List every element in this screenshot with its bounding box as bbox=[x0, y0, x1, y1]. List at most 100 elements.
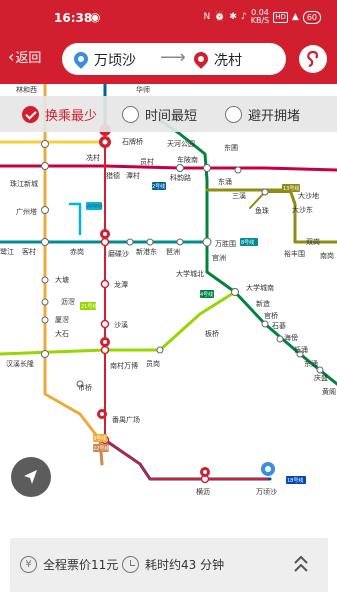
back-button[interactable]: ‹ 返回 bbox=[8, 47, 41, 66]
station-dot[interactable] bbox=[41, 298, 49, 306]
station-label[interactable]: 冼村 bbox=[86, 153, 100, 162]
station-label[interactable]: 石碁 bbox=[272, 321, 286, 330]
station-label[interactable]: 广州塔 bbox=[16, 207, 37, 216]
station-label[interactable]: 双岗 bbox=[306, 238, 320, 246]
line-badge-3: 3号线 bbox=[93, 435, 106, 442]
station-dot[interactable] bbox=[202, 237, 212, 247]
double-chevron-up-icon[interactable] bbox=[292, 552, 310, 576]
radio-icon[interactable] bbox=[122, 106, 139, 123]
station-label[interactable]: 赤岗 bbox=[70, 248, 84, 256]
station-label[interactable]: 员村 bbox=[140, 157, 154, 166]
station-dot[interactable] bbox=[261, 188, 269, 196]
station-label[interactable]: 横沥 bbox=[196, 487, 210, 496]
metro-map[interactable]: APM线 2号线 3号线 4号线 8号线 13号线 18号线 21号线 22号线… bbox=[0, 84, 337, 530]
hd-badge: HD bbox=[273, 11, 288, 23]
station-dot[interactable] bbox=[231, 288, 239, 296]
option-fewest-transfers[interactable]: 换乘最少 bbox=[22, 105, 97, 124]
from-station[interactable]: 万顷沙 bbox=[94, 50, 136, 70]
station-label[interactable]: 龙潭 bbox=[114, 280, 128, 289]
station-label[interactable]: 市桥 bbox=[78, 383, 92, 392]
station-dot[interactable] bbox=[126, 238, 134, 246]
station-label[interactable]: 潭村 bbox=[126, 171, 140, 180]
station-label[interactable]: 华师 bbox=[136, 85, 150, 94]
start-location-pin-icon bbox=[71, 49, 91, 69]
station-label[interactable]: 官洲 bbox=[212, 253, 226, 262]
station-label[interactable]: 南岗 bbox=[320, 251, 334, 260]
station-dot[interactable] bbox=[276, 335, 284, 343]
station-dot[interactable] bbox=[234, 166, 242, 174]
station-dot[interactable] bbox=[176, 238, 184, 246]
station-dot[interactable] bbox=[41, 162, 49, 170]
station-label[interactable]: 厦滘 bbox=[55, 315, 69, 324]
station-dot[interactable] bbox=[156, 346, 164, 354]
station-label[interactable]: 鹭江 bbox=[0, 247, 14, 256]
station-label[interactable]: 车陂南 bbox=[177, 155, 198, 164]
station-dot[interactable] bbox=[100, 237, 110, 247]
station-dot[interactable] bbox=[100, 345, 110, 355]
station-label[interactable]: 低涌 bbox=[294, 345, 308, 354]
station-dot[interactable] bbox=[203, 164, 211, 172]
station-label[interactable]: 南村万博 bbox=[110, 361, 138, 370]
station-label[interactable]: 大沙东 bbox=[292, 205, 313, 214]
alarm-icon: ⏰ bbox=[214, 12, 226, 22]
station-label[interactable]: 裕丰围 bbox=[284, 249, 305, 258]
line-badge-21: 21号线 bbox=[81, 303, 97, 310]
station-dot[interactable] bbox=[41, 238, 49, 246]
station-dot[interactable] bbox=[146, 238, 154, 246]
station-label[interactable]: 大沙地 bbox=[298, 191, 319, 200]
station-dot[interactable] bbox=[41, 316, 49, 324]
station-dot[interactable] bbox=[41, 276, 49, 284]
station-label[interactable]: 林和西 bbox=[16, 85, 37, 94]
to-station[interactable]: 冼村 bbox=[214, 50, 242, 70]
station-label[interactable]: 东涌 bbox=[218, 177, 232, 186]
check-radio-icon[interactable] bbox=[22, 106, 39, 123]
station-label[interactable]: 三溪 bbox=[232, 191, 246, 200]
station-label[interactable]: 鱼珠 bbox=[255, 206, 269, 215]
metro-logo-button[interactable] bbox=[299, 45, 327, 73]
station-label[interactable]: 沙溪 bbox=[114, 320, 128, 329]
station-label[interactable]: 汉溪长隆 bbox=[6, 359, 34, 368]
station-label[interactable]: 科韵路 bbox=[170, 173, 191, 182]
station-label[interactable]: 新造 bbox=[256, 299, 270, 308]
station-dot[interactable] bbox=[41, 206, 49, 214]
station-dot[interactable] bbox=[100, 319, 110, 329]
station-label[interactable]: 板桥 bbox=[205, 329, 219, 338]
station-label[interactable]: 大学城南 bbox=[246, 283, 274, 292]
station-label[interactable]: 客村 bbox=[22, 247, 36, 256]
station-label[interactable]: 海傍 bbox=[284, 333, 298, 342]
station-label[interactable]: 石牌桥 bbox=[122, 137, 143, 146]
locate-me-button[interactable] bbox=[11, 457, 51, 497]
station-label[interactable]: 万胜围 bbox=[215, 239, 236, 248]
navigation-arrow-icon bbox=[24, 470, 37, 484]
station-label[interactable]: 新港东 bbox=[136, 247, 157, 256]
station-label[interactable]: 大石 bbox=[55, 329, 69, 338]
station-label[interactable]: 东圃 bbox=[224, 143, 238, 152]
station-label[interactable]: 番禺广场 bbox=[112, 415, 140, 424]
station-label[interactable]: 猎德 bbox=[106, 171, 120, 180]
metro-map-canvas[interactable]: APM线 2号线 3号线 4号线 8号线 13号线 18号线 21号线 22号线… bbox=[0, 84, 337, 530]
route-options-bar: 换乘最少 时间最短 避开拥堵 bbox=[0, 96, 337, 132]
station-label[interactable]: 珠江新城 bbox=[10, 179, 38, 188]
station-dot[interactable] bbox=[41, 350, 49, 358]
station-label[interactable]: 琶洲 bbox=[166, 248, 180, 256]
radio-icon[interactable] bbox=[225, 106, 242, 123]
station-label[interactable]: 万顷沙 bbox=[256, 488, 277, 496]
station-label[interactable]: 磨碟沙 bbox=[108, 249, 129, 258]
station-label[interactable]: 沥滘 bbox=[61, 297, 75, 306]
station-dot[interactable] bbox=[176, 164, 184, 172]
station-label[interactable]: 东涌 bbox=[304, 359, 318, 368]
station-label[interactable]: 天河公园 bbox=[167, 140, 195, 148]
station-label[interactable]: 庆盛 bbox=[314, 373, 328, 382]
station-label[interactable]: 员岗 bbox=[146, 360, 160, 368]
route-summary-panel[interactable]: ¥ 全程票价11元 耗时约43 分钟 bbox=[10, 538, 328, 592]
option-avoid-congestion[interactable]: 避开拥堵 bbox=[225, 105, 300, 124]
station-label[interactable]: 黄阁 bbox=[322, 387, 336, 396]
station-label[interactable]: 官桥 bbox=[264, 311, 278, 320]
station-dot[interactable] bbox=[41, 140, 49, 148]
station-dot[interactable] bbox=[261, 320, 269, 328]
option-shortest-time[interactable]: 时间最短 bbox=[122, 105, 197, 124]
route-selector[interactable]: 万顷沙 ⟶ 冼村 bbox=[62, 43, 286, 75]
station-label[interactable]: 大学城北 bbox=[176, 269, 204, 278]
station-label[interactable]: 大塘 bbox=[55, 275, 69, 284]
station-dot[interactable] bbox=[100, 279, 110, 289]
